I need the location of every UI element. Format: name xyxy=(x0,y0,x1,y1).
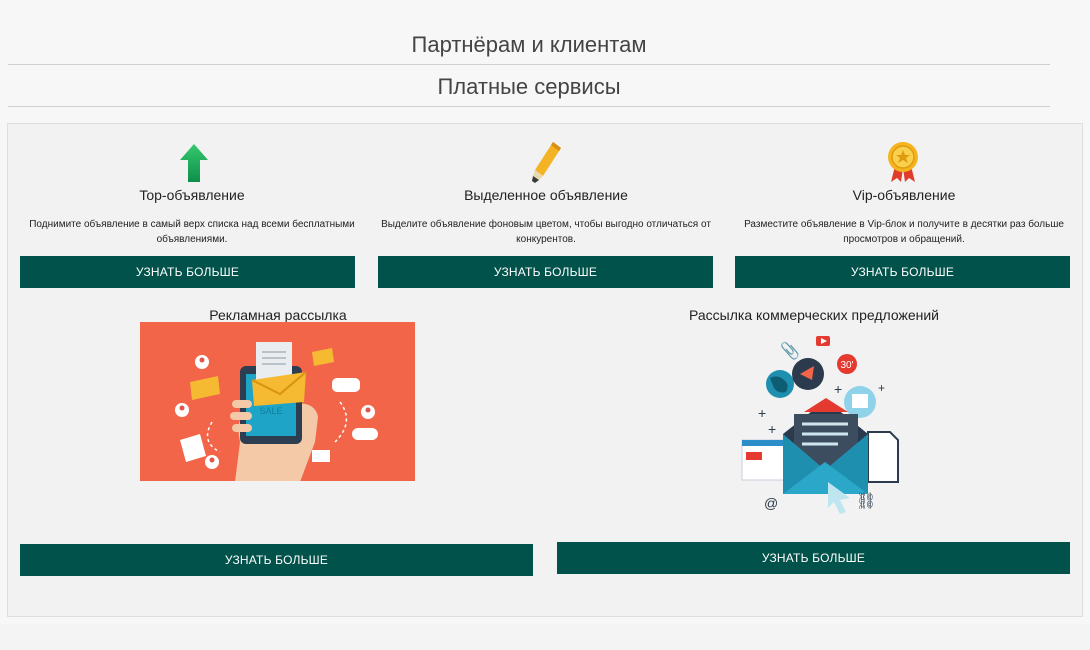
service-title: Vip-объявление xyxy=(852,187,956,203)
svg-text:SALE: SALE xyxy=(259,406,282,416)
svg-text:+: + xyxy=(758,405,766,421)
svg-text:📎: 📎 xyxy=(780,341,800,360)
service-title: Выделенное объявление xyxy=(464,187,628,203)
learn-more-button-commercial-mailing[interactable]: УЗНАТЬ БОЛЬШЕ xyxy=(557,542,1070,574)
hand-with-tablet-illustration: SALE xyxy=(140,322,415,481)
learn-more-button-vip[interactable]: УЗНАТЬ БОЛЬШЕ xyxy=(735,256,1070,288)
gold-medal-icon xyxy=(885,140,921,189)
service-description: Выделите объявление фоновым цветом, чтоб… xyxy=(381,219,711,245)
page: Партнёрам и клиентам Платные сервисы Top… xyxy=(0,0,1090,650)
learn-more-button-ad-mailing[interactable]: УЗНАТЬ БОЛЬШЕ xyxy=(20,544,533,576)
service-description: Разместите объявление в Vip-блок и получ… xyxy=(744,219,1064,245)
service-description: Поднимите объявление в самый верх списка… xyxy=(29,219,355,245)
page-bottom-area xyxy=(0,624,1090,650)
svg-text:30': 30' xyxy=(840,360,853,371)
svg-text:+: + xyxy=(834,381,842,397)
svg-text:⛓: ⛓ xyxy=(856,492,876,510)
green-arrow-up-icon xyxy=(179,143,209,188)
highlighter-pen-icon xyxy=(529,140,563,189)
service-title: Top-объявление xyxy=(139,187,245,203)
services-panel: Top-объявление Поднимите объявление в са… xyxy=(7,123,1083,617)
svg-text:+: + xyxy=(768,421,776,437)
mailing-title: Рассылка коммерческих предложений xyxy=(689,307,939,323)
learn-more-button-top[interactable]: УЗНАТЬ БОЛЬШЕ xyxy=(20,256,355,288)
svg-text:+: + xyxy=(878,381,885,395)
email-envelope-illustration: 30' @ ⛓ 📎 + + + + xyxy=(728,322,908,522)
section-heading-partners: Партнёрам и клиентам xyxy=(8,30,1050,65)
section-heading-paid-services: Платные сервисы xyxy=(8,72,1050,107)
mailing-title: Рекламная рассылка xyxy=(209,307,347,323)
learn-more-button-highlighted[interactable]: УЗНАТЬ БОЛЬШЕ xyxy=(378,256,713,288)
svg-text:@: @ xyxy=(764,495,778,511)
